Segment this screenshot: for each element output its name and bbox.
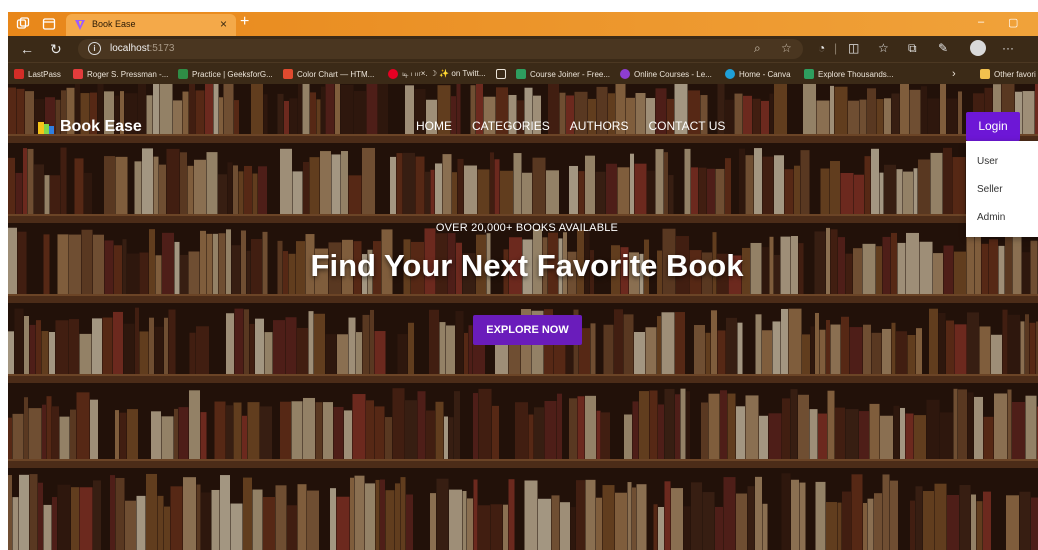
bookmark-canva[interactable]: Home - Canva [725,68,791,80]
address-toolbar: ← ↻ i localhost:5173 ⌕ ☆ ◔ | ◫ ☆ ⧉ ✎ ··· [8,36,1038,62]
explore-icon [804,69,814,79]
login-option-seller[interactable]: Seller [977,184,1003,195]
workspaces-icon[interactable] [16,17,30,31]
bookmark-lastpass[interactable]: LastPass [14,68,61,80]
online-courses-icon [620,69,630,79]
bookmark-untitled[interactable] [496,68,510,80]
bookmark-pressman[interactable]: Roger S. Pressman -... [73,68,168,80]
bookmark-label: டி பா×. ☽ ✨ on Twitt... [402,69,486,78]
nav-categories[interactable]: CATEGORIES [472,119,550,133]
url-port: :5173 [149,43,175,54]
bookmark-explore[interactable]: Explore Thousands... [804,68,893,80]
course-joiner-icon [516,69,526,79]
canva-icon [725,69,735,79]
copilot-icon[interactable]: ◔ [818,41,825,55]
hero-headline: Find Your Next Favorite Book [310,248,744,283]
refresh-icon[interactable]: ↻ [50,41,62,58]
bookmark-label: Course Joiner - Free... [530,69,611,79]
bookmark-label: Other favori [994,69,1036,79]
bookmarks-bar: LastPass Roger S. Pressman -... Practice… [8,62,1038,84]
toolbar-divider: | [834,41,838,55]
login-option-user[interactable]: User [977,156,998,167]
book-icon [73,69,83,79]
nav-authors[interactable]: AUTHORS [570,119,629,133]
bookmark-label: Explore Thousands... [818,69,894,79]
bookmark-online-courses[interactable]: Online Courses - Le... [620,68,712,80]
bookmark-color-chart[interactable]: Color Chart — HTM... [283,68,374,80]
main-nav: HOME CATEGORIES AUTHORS CONTACT US [416,119,745,133]
brand-name: Book Ease [60,118,142,135]
bookmark-geeksforgeeks[interactable]: Practice | GeeksforG... [178,68,273,80]
favorites-icon[interactable]: ☆ [878,41,889,55]
restore-button[interactable]: ▢ [1008,16,1018,29]
color-chart-icon [283,69,293,79]
tab-close-icon[interactable]: × [220,17,227,31]
folder-icon [980,69,990,79]
bookmarks-overflow-chevron-icon[interactable]: › [952,68,956,80]
tab-actions-icon[interactable] [42,17,56,31]
page-icon [496,69,506,79]
new-tab-button[interactable]: + [240,13,249,31]
address-bar[interactable]: i localhost:5173 ⌕ ☆ [78,39,803,59]
split-screen-icon[interactable]: ◫ [848,41,859,55]
url-host: localhost [110,43,150,54]
web-page: Book Ease HOME CATEGORIES AUTHORS CONTAC… [8,84,1038,550]
url-text[interactable]: localhost:5173 [110,43,175,54]
back-arrow-icon[interactable]: ← [20,41,34,57]
pinterest-icon [388,69,398,79]
search-icon[interactable]: ⌕ [754,41,761,56]
collections-icon[interactable]: ⧉ [908,41,917,56]
site-info-icon[interactable]: i [88,42,101,55]
favorite-star-icon[interactable]: ☆ [781,41,792,55]
browser-title-bar: Book Ease × + – ▢ [8,12,1038,36]
bookmark-label: LastPass [28,69,61,79]
extensions-icon[interactable]: ✎ [938,41,948,55]
bookmark-label: Practice | GeeksforG... [192,69,273,79]
geeksforgeeks-icon [178,69,188,79]
vite-favicon-icon [75,20,85,30]
bookmark-label: Online Courses - Le... [634,69,712,79]
profile-avatar-icon[interactable] [970,40,986,56]
tab-book-ease[interactable]: Book Ease × [66,14,236,36]
browser-window: Book Ease × + – ▢ ← ↻ i localhost:5173 ⌕… [8,12,1038,550]
tab-title: Book Ease [92,19,136,29]
nav-contact-us[interactable]: CONTACT US [648,119,725,133]
bookmark-twitter[interactable]: டி பா×. ☽ ✨ on Twitt... [388,68,486,80]
bookmark-label: Color Chart — HTM... [297,69,375,79]
hero-tagline: OVER 20,000+ BOOKS AVAILABLE [435,222,619,234]
nav-home[interactable]: HOME [416,119,452,133]
bookmark-label: Roger S. Pressman -... [87,69,169,79]
login-button[interactable]: Login [966,112,1020,141]
explore-now-button[interactable]: EXPLORE NOW [473,315,582,345]
site-logo[interactable]: Book Ease [38,118,142,136]
bookmark-other-favorites[interactable]: Other favori [980,68,1036,80]
bookmark-course-joiner[interactable]: Course Joiner - Free... [516,68,610,80]
books-logo-icon [38,122,54,134]
bookmark-label: Home - Canva [739,69,791,79]
minimize-button[interactable]: – [978,16,984,28]
more-menu-icon[interactable]: ··· [1002,41,1014,55]
lastpass-icon [14,69,24,79]
